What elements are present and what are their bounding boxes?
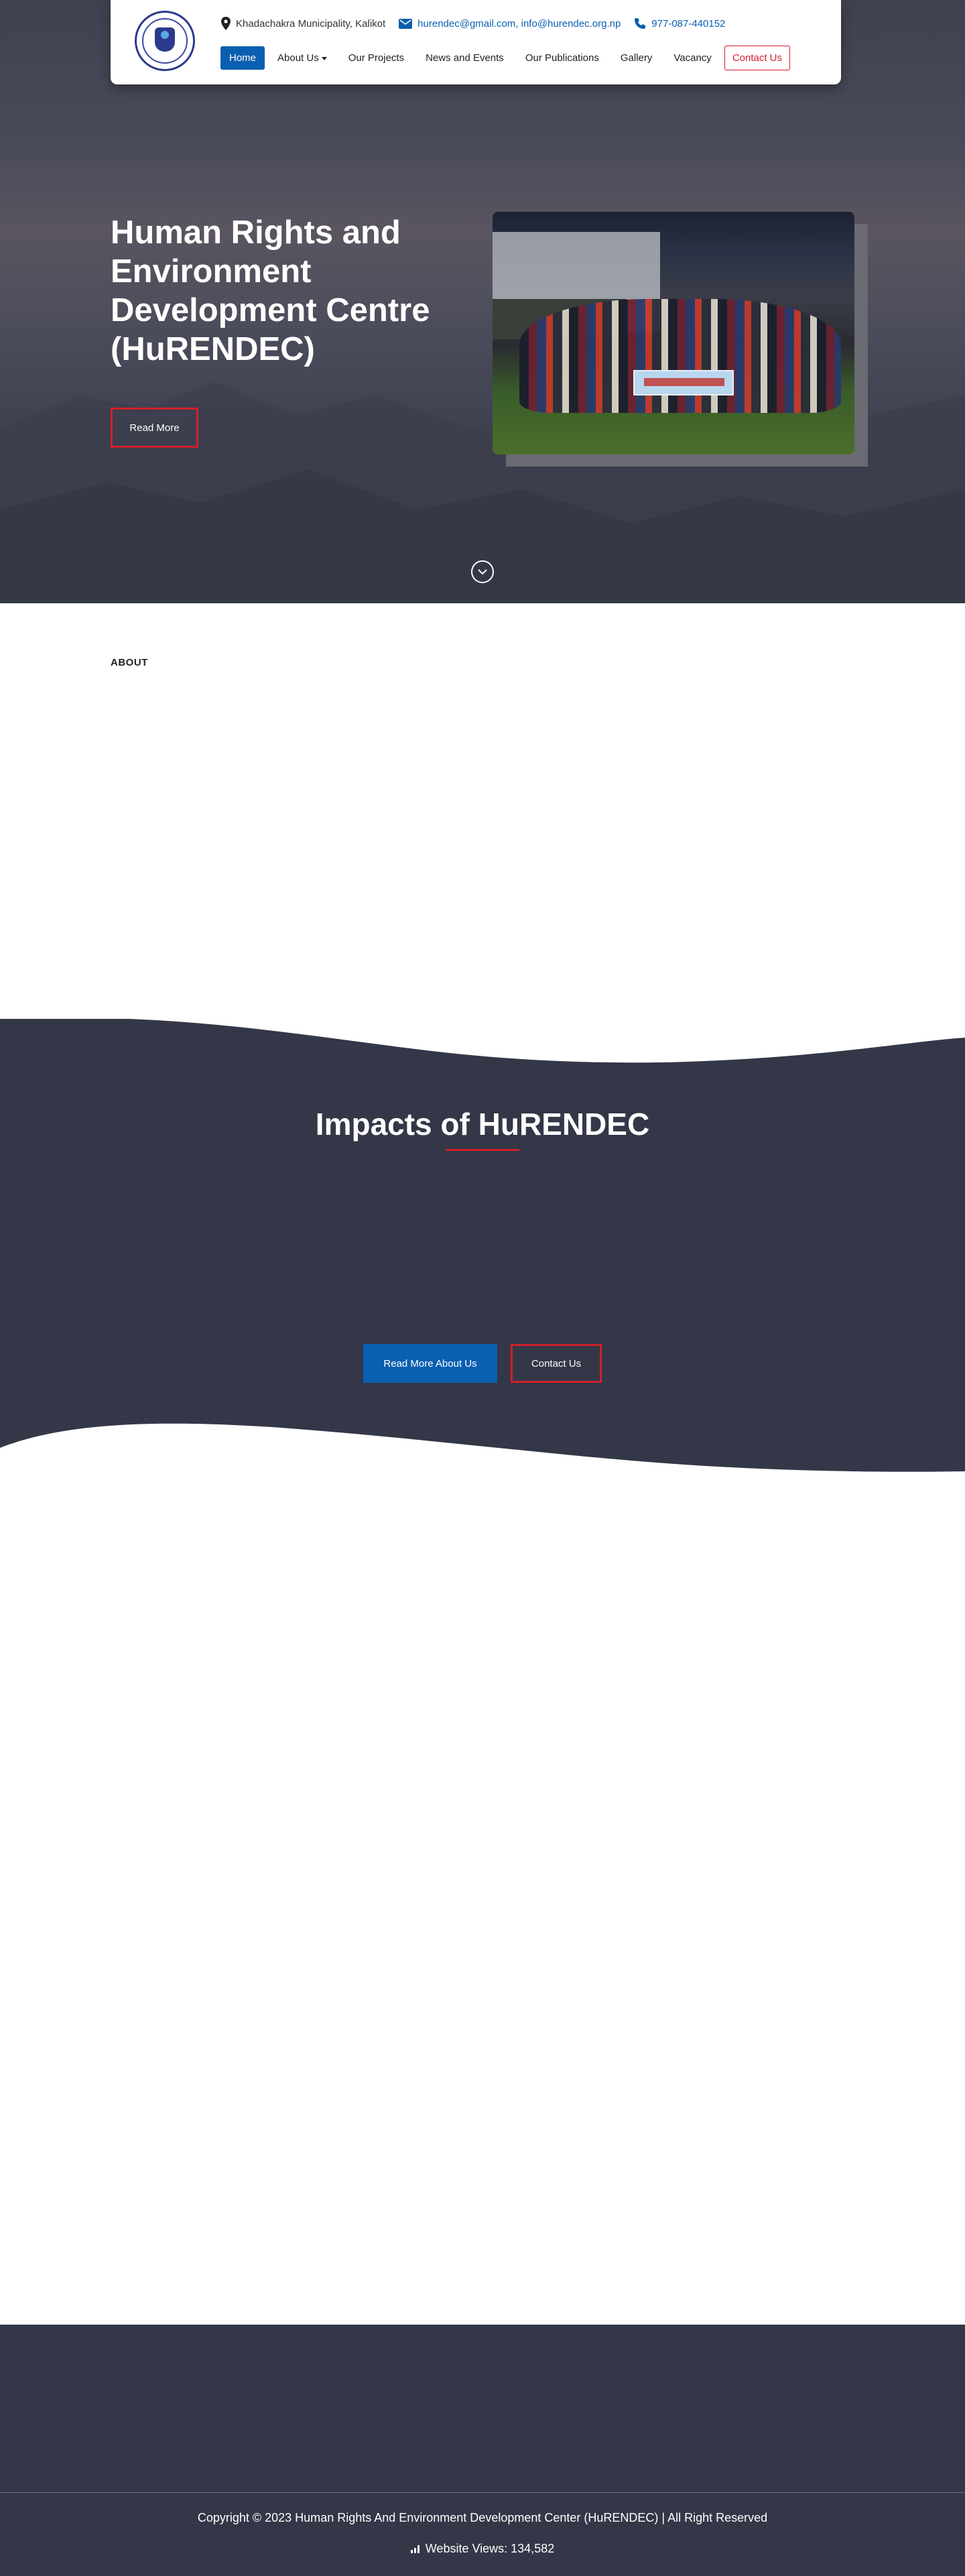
chevron-down-circle-icon (478, 569, 487, 575)
site-header: Khadachakra Municipality, Kalikot hurend… (111, 0, 841, 84)
read-more-about-us-button[interactable]: Read More About Us (363, 1344, 497, 1383)
hero-read-more-button[interactable]: Read More (111, 408, 198, 448)
nav-item-news-and-events[interactable]: News and Events (417, 46, 513, 70)
site-footer: Copyright © 2023 Human Rights And Enviro… (0, 2325, 965, 2576)
nav-item-our-projects[interactable]: Our Projects (340, 46, 413, 70)
nav-item-vacancy[interactable]: Vacancy (665, 46, 720, 70)
contact-info-bar: Khadachakra Municipality, Kalikot hurend… (221, 16, 738, 31)
map-pin-icon (221, 17, 231, 30)
mail-icon (399, 18, 413, 29)
photo-group-of-people (519, 299, 841, 413)
nav-item-about-us-label: About Us (277, 52, 319, 64)
scroll-down-button[interactable] (471, 560, 494, 583)
impacts-section: Impacts of HuRENDEC Read More About Us C… (0, 1019, 965, 1475)
caret-down-icon (321, 56, 327, 60)
phone-link[interactable]: 977-087-440152 (651, 18, 725, 29)
impacts-title: Impacts of HuRENDEC (315, 1107, 650, 1142)
address-text: Khadachakra Municipality, Kalikot (236, 17, 386, 29)
footer-divider (0, 2492, 965, 2493)
nav-item-gallery[interactable]: Gallery (612, 46, 661, 70)
main-nav: Home About Us Our Projects News and Even… (220, 46, 791, 70)
impacts-title-underline (446, 1149, 519, 1151)
website-views-text: Website Views: 134,582 (425, 2542, 555, 2555)
email-info[interactable]: hurendec@gmail.com, info@hurendec.org.np (399, 18, 621, 29)
nav-contact-button[interactable]: Contact Us (724, 46, 791, 70)
about-section-label: ABOUT (111, 657, 148, 668)
impacts-wave-background (0, 1019, 965, 1472)
nav-item-about-us[interactable]: About Us (269, 46, 336, 70)
photo-banner (633, 370, 734, 395)
email-link[interactable]: hurendec@gmail.com, info@hurendec.org.np (417, 18, 621, 29)
impacts-contact-us-button[interactable]: Contact Us (511, 1344, 602, 1383)
website-views-counter: Website Views: 134,582 (0, 2542, 965, 2556)
nav-item-our-publications[interactable]: Our Publications (517, 46, 608, 70)
bar-chart-icon (410, 2544, 420, 2553)
copyright-text: Copyright © 2023 Human Rights And Enviro… (197, 2511, 768, 2524)
hero-group-photo (493, 212, 854, 454)
hero-section: Khadachakra Municipality, Kalikot hurend… (0, 0, 965, 603)
hero-title: Human Rights and Environment Development… (111, 214, 430, 367)
logo-emblem (155, 27, 175, 52)
address-info: Khadachakra Municipality, Kalikot (221, 17, 385, 30)
hurendec-logo[interactable] (135, 11, 195, 71)
phone-icon (635, 18, 646, 29)
phone-info[interactable]: 977-087-440152 (634, 17, 725, 29)
nav-item-home[interactable]: Home (220, 46, 265, 70)
